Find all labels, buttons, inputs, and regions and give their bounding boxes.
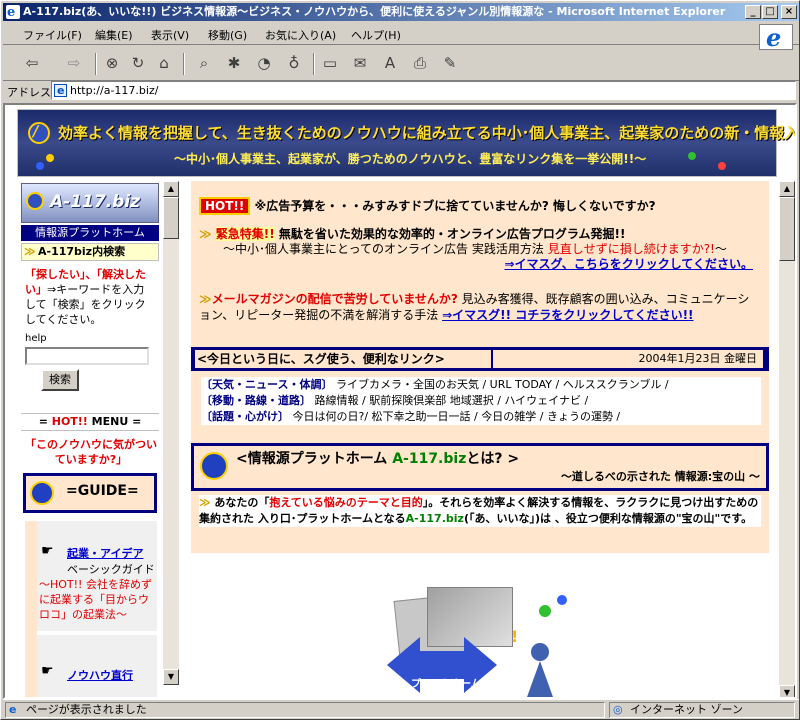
menu-bar: ファイル(F) 編集(E) 表示(V) 移動(G) お気に入り(A) ヘルプ(H… xyxy=(3,23,799,45)
banner-subline: ～中小･個人事業主、起業家が、勝つためのノウハウと、豊富なリンク集を一挙公開!!… xyxy=(174,152,647,166)
history-icon[interactable]: ◔ xyxy=(253,52,275,74)
title-bar: e A-117.biz(あ、いいな!!) ビジネス情報源～ビジネス・ノウハウから… xyxy=(3,3,799,21)
arrow-icon: ≫ xyxy=(199,496,211,509)
platform-intro: ≫ あなたの「抱えている悩みのテーマと目的」。それらを効率よく解決する情報を、ラ… xyxy=(199,495,761,527)
sidebar-search-title: ≫ A-117biz内検索 xyxy=(21,243,159,261)
sidebar-logo[interactable]: A-117.biz xyxy=(21,183,159,223)
maximize-button[interactable]: □ xyxy=(762,5,778,19)
browser-window: e A-117.biz(あ、いいな!!) ビジネス情報源～ビジネス・ノウハウから… xyxy=(0,0,800,720)
toolbar: ⇦ ⇨ ⊗ ↻ ⌂ ⌕ ✱ ◔ ♁ ▭ ✉ A ⎙ ✎ xyxy=(3,47,799,81)
favorites-icon[interactable]: ✱ xyxy=(223,52,245,74)
sidebar-search-desc: 「探したい」、「解決したい」⇒キーワードを入力して「検索」をクリックしてください… xyxy=(25,268,146,326)
refresh-icon[interactable]: ↻ xyxy=(127,52,149,74)
sidebar-search-input[interactable] xyxy=(25,347,149,365)
platform-illustration: プラットホーム ! xyxy=(387,577,575,697)
channels-icon[interactable]: ♁ xyxy=(283,52,305,74)
date-label: 2004年1月23日 金曜日 xyxy=(493,350,763,368)
sidebar-guide-box[interactable]: =GUIDE= xyxy=(23,473,157,513)
arrow-icon: ≫ xyxy=(199,227,212,241)
search-icon[interactable]: ⌕ xyxy=(193,52,215,74)
links-row-transport: 〔移動・路線・道路〕 路線情報 / 駅前探険倶楽部 地域選択 / ハイウェイナビ… xyxy=(201,394,589,407)
status-text: e ページが表示されました xyxy=(5,702,605,718)
sidebar-search-button[interactable]: 検索 xyxy=(41,369,79,391)
page-viewport: / 効率よく情報を把握して、生き抜くためのノウハウに組み立てる中小･個人事業主、… xyxy=(3,103,797,699)
home-icon[interactable]: ⌂ xyxy=(153,52,175,74)
status-bar: e ページが表示されました ◎ インターネット ゾーン xyxy=(3,699,799,719)
pointing-hand-icon: ☛ xyxy=(41,663,54,679)
menu-go[interactable]: 移動(G) xyxy=(208,27,247,43)
feature-block-ads: ≫ 緊急特集!! 無駄を省いた効果的な効率的・オンライン広告プログラム発掘!! … xyxy=(199,227,754,271)
links-row-weather: 〔天気・ニュース・体調〕 ライブカメラ・全国のお天気 / URL TODAY /… xyxy=(201,378,669,391)
page-icon: e xyxy=(54,84,67,97)
blue-ball-icon xyxy=(557,595,567,605)
site-logo-icon: / xyxy=(28,122,50,144)
menu-help[interactable]: ヘルプ(H) xyxy=(351,27,401,43)
menu-favorites[interactable]: お気に入り(A) xyxy=(265,27,336,43)
menu-file[interactable]: ファイル(F) xyxy=(23,27,82,43)
ie-page-icon: e xyxy=(6,5,20,20)
sidebar-help-label: help xyxy=(25,333,47,344)
page-status-icon: e xyxy=(9,703,17,716)
mail-icon[interactable]: ✉ xyxy=(349,52,371,74)
close-button[interactable]: × xyxy=(781,5,797,19)
print-icon[interactable]: ⎙ xyxy=(409,52,431,74)
quick-links: 〔天気・ニュース・体調〕 ライブカメラ・全国のお天気 / URL TODAY /… xyxy=(201,377,761,425)
site-logo-icon xyxy=(200,452,228,480)
menu-edit[interactable]: 編集(E) xyxy=(95,27,133,43)
address-label: アドレス xyxy=(7,86,51,99)
hot-badge: HOT!! xyxy=(199,197,251,215)
arrow-icon: ≫ xyxy=(199,292,212,306)
menu-view[interactable]: 表示(V) xyxy=(151,27,189,43)
internet-zone-icon: ◎ xyxy=(613,703,623,716)
sidebar-scrollbar[interactable]: ▲ ▼ xyxy=(163,181,179,685)
back-icon[interactable]: ⇦ xyxy=(21,52,43,74)
sidebar-platform-label: 情報源プラットホーム xyxy=(21,225,159,241)
site-banner: / 効率よく情報を把握して、生き抜くためのノウハウに組み立てる中小･個人事業主、… xyxy=(17,109,795,177)
forward-icon[interactable]: ⇨ xyxy=(63,52,85,74)
sidebar-item-kigyou[interactable]: ☛ 起業・アイデア ベーシックガイド ～HOT!! 会社を辞めずに起業する「目か… xyxy=(37,521,157,631)
green-ball-icon xyxy=(539,605,551,617)
window-title: A-117.biz(あ、いいな!!) ビジネス情報源～ビジネス・ノウハウから、便… xyxy=(23,5,726,18)
address-input[interactable]: e http://a-117.biz/ xyxy=(51,81,796,100)
main-content: HOT!! ※広告予算を・・・みすみすドブに捨てていませんか? 悔しくないですか… xyxy=(191,181,769,697)
stop-icon[interactable]: ⊗ xyxy=(101,52,123,74)
edit-icon[interactable]: ✎ xyxy=(439,52,461,74)
exclamation-icon: ! xyxy=(511,627,519,646)
address-url: http://a-117.biz/ xyxy=(70,84,159,97)
sidebar: A-117.biz 情報源プラットホーム ≫ A-117biz内検索 「探したい」… xyxy=(19,181,163,697)
sidebar-item-knowhow[interactable]: ☛ ノウハウ直行 xyxy=(37,635,157,697)
banner-headline: 効率よく情報を把握して、生き抜くためのノウハウに組み立てる中小･個人事業主、起業… xyxy=(58,124,797,142)
minimize-button[interactable]: _ xyxy=(745,5,761,19)
today-bar: <今日という日に、スグ使う、便利なリンク> 2004年1月23日 金曜日 xyxy=(191,347,769,371)
platform-title-box: <情報源プラットホーム A-117.bizとは? > ～道しるべの示された 情報… xyxy=(191,443,769,491)
pointing-hand-icon: ☛ xyxy=(41,543,54,559)
main-scrollbar[interactable]: ▲ ▼ xyxy=(779,181,795,697)
figure-head-icon xyxy=(531,643,549,661)
ads-link[interactable]: ⇒イマスグ、こちらをクリックしてください。 xyxy=(505,257,754,271)
address-bar: アドレス e http://a-117.biz/ xyxy=(3,81,799,101)
links-row-topics: 〔話題・心がけ〕 今日は何の日?/ 松下幸之助一日一話 / 今日の雑学 / きょ… xyxy=(201,410,621,423)
mailmag-link[interactable]: ⇒イマスグ!! コチラをクリックしてください!! xyxy=(442,308,693,322)
sidebar-notice: 「このノウハウに気がついていますか?」 xyxy=(25,438,157,466)
headline: HOT!! ※広告予算を・・・みすみすドブに捨てていませんか? 悔しくないですか… xyxy=(199,197,656,215)
fullscreen-icon[interactable]: ▭ xyxy=(319,52,341,74)
sidebar-menu-label: = HOT!! MENU = xyxy=(21,413,159,431)
status-zone: ◎ インターネット ゾーン xyxy=(609,702,795,718)
feature-block-mailmag: ≫メールマガジンの配信で苦労していませんか? 見込み客獲得、既存顧客の囲い込み、… xyxy=(199,292,750,322)
font-icon[interactable]: A xyxy=(379,52,401,74)
